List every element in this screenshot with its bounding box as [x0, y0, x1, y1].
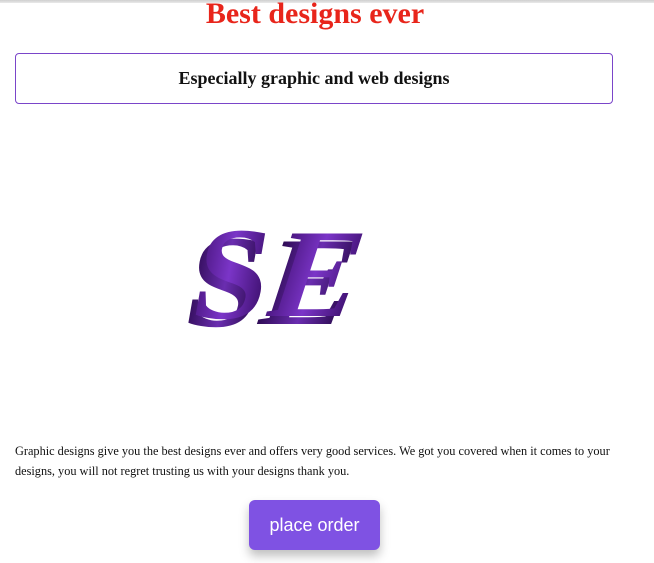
se-logo-image: S E S E — [176, 200, 435, 355]
subtitle-text: Especially graphic and web designs — [178, 68, 450, 88]
se-logo-svg: S E S E — [176, 200, 384, 355]
place-order-button[interactable]: place order — [249, 500, 380, 550]
logo-face: S E — [183, 200, 384, 347]
page-title: Best designs ever — [205, 0, 425, 30]
subtitle-box: Especially graphic and web designs — [15, 53, 613, 104]
description-text: Graphic designs give you the best design… — [15, 444, 610, 478]
